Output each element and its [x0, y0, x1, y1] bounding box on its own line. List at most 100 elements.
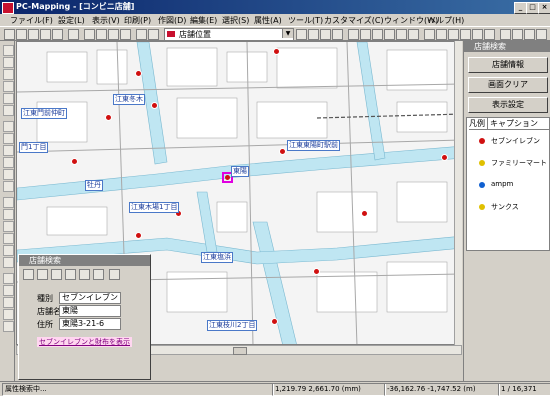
store-pin[interactable] [361, 210, 368, 217]
select-arrow-icon[interactable] [3, 45, 14, 56]
grid-view-icon[interactable] [484, 29, 495, 40]
copy-icon[interactable] [79, 269, 90, 280]
chart-icon[interactable] [448, 29, 459, 40]
zoom-out-icon[interactable] [512, 29, 523, 40]
pan-icon[interactable] [3, 93, 14, 104]
open-icon[interactable] [23, 269, 34, 280]
store-pin[interactable] [135, 232, 142, 239]
edit-icon[interactable] [332, 29, 343, 40]
print-icon[interactable] [68, 29, 79, 40]
flag-icon[interactable] [436, 29, 447, 40]
gem-icon[interactable] [84, 29, 95, 40]
folder-icon[interactable] [136, 29, 147, 40]
fill-icon[interactable] [3, 233, 14, 244]
menu-settings[interactable]: 設定(L) [58, 15, 85, 26]
store-pin[interactable] [441, 154, 448, 161]
measure-icon[interactable] [3, 245, 14, 256]
erase-icon[interactable] [3, 221, 14, 232]
paste-icon[interactable] [120, 29, 131, 40]
layer-icon[interactable] [3, 133, 14, 144]
show-link[interactable]: セブンイレブンと財布を表示 [37, 337, 132, 347]
menu-help[interactable]: ヘルプ(H) [428, 15, 464, 26]
pin-icon[interactable] [424, 29, 435, 40]
clear-screen-button[interactable]: 画面クリア [468, 77, 548, 93]
table-tool-icon[interactable] [3, 321, 14, 332]
route-icon[interactable] [3, 297, 14, 308]
refresh-icon[interactable] [536, 29, 547, 40]
table-icon[interactable] [148, 29, 159, 40]
sort-icon[interactable] [320, 29, 331, 40]
map-vertical-scrollbar[interactable] [454, 41, 462, 345]
scroll-thumb[interactable] [233, 347, 247, 355]
image-icon[interactable] [3, 273, 14, 284]
menu-file[interactable]: ファイル(F) [10, 15, 53, 26]
text-tool-icon[interactable] [3, 257, 14, 268]
open-icon[interactable] [16, 29, 27, 40]
grid-icon[interactable] [348, 29, 359, 40]
list-icon[interactable] [408, 29, 419, 40]
store-pin[interactable] [151, 102, 158, 109]
polygon-icon[interactable] [3, 169, 14, 180]
table-view-icon[interactable] [472, 29, 483, 40]
menu-view[interactable]: 表示(V) [92, 15, 120, 26]
menu-tools[interactable]: ツール(T) [288, 15, 323, 26]
menu-select[interactable]: 選択(S) [222, 15, 249, 26]
legend-row[interactable]: セブンイレブン [467, 130, 549, 152]
edit-icon[interactable] [37, 269, 48, 280]
building-icon[interactable] [3, 197, 14, 208]
cut-icon[interactable] [96, 29, 107, 40]
store-pin[interactable] [313, 268, 320, 275]
ruler-icon[interactable] [360, 29, 371, 40]
pencil-icon[interactable] [3, 145, 14, 156]
store-pin[interactable] [279, 148, 286, 155]
chevron-down-icon[interactable]: ▼ [282, 29, 293, 38]
store-info-button[interactable]: 店舗情報 [468, 57, 548, 73]
menu-edit[interactable]: 編集(E) [190, 15, 217, 26]
search-icon[interactable] [65, 269, 76, 280]
hand-icon[interactable] [524, 29, 535, 40]
bold-icon[interactable] [384, 29, 395, 40]
print-preview-icon[interactable] [308, 29, 319, 40]
flag-icon[interactable] [109, 269, 120, 280]
list-icon[interactable] [51, 269, 62, 280]
bar-chart-icon[interactable] [460, 29, 471, 40]
store-pin[interactable] [273, 48, 280, 55]
rect-select-icon[interactable] [3, 57, 14, 68]
store-pin[interactable] [71, 158, 78, 165]
menu-draw[interactable]: 作図(D) [158, 15, 186, 26]
copy-icon[interactable] [108, 29, 119, 40]
new-icon[interactable] [4, 29, 15, 40]
store-name-field[interactable]: 東陽 [59, 305, 121, 317]
legend-row[interactable]: ampm [467, 174, 549, 196]
circle-icon[interactable] [3, 209, 14, 220]
point-icon[interactable] [3, 105, 14, 116]
menu-customize[interactable]: カスタマイズ(C) [324, 15, 384, 26]
legend-row[interactable]: サンクス [467, 196, 549, 218]
menu-print[interactable]: 印刷(P) [124, 15, 151, 26]
address-field[interactable]: 東陽3-21-6 [59, 318, 121, 330]
arrow-icon[interactable] [93, 269, 104, 280]
store-pin[interactable] [271, 318, 278, 325]
store-pin[interactable] [105, 114, 112, 121]
display-settings-button[interactable]: 表示設定 [468, 97, 548, 113]
text-icon[interactable] [372, 29, 383, 40]
menu-attribute[interactable]: 属性(A) [254, 15, 282, 26]
align-icon[interactable] [396, 29, 407, 40]
store-pin[interactable] [135, 70, 142, 77]
category-field[interactable]: セブンイレブン [59, 292, 121, 304]
layer-select[interactable]: 店舗位置 ▼ [164, 28, 294, 41]
zoom-in-icon[interactable] [500, 29, 511, 40]
save-all-icon[interactable] [40, 29, 51, 40]
map-icon[interactable] [3, 121, 14, 132]
zoom-icon[interactable] [3, 69, 14, 80]
brush-icon[interactable] [3, 181, 14, 192]
color-icon[interactable] [3, 285, 14, 296]
save-icon[interactable] [28, 29, 39, 40]
layer-icon[interactable] [52, 29, 63, 40]
zoom-out-icon[interactable] [3, 81, 14, 92]
close-button[interactable]: × [538, 2, 550, 14]
attribute-icon[interactable] [3, 309, 14, 320]
line-icon[interactable] [3, 157, 14, 168]
search-icon[interactable] [296, 29, 307, 40]
legend-row[interactable]: ファミリーマート [467, 152, 549, 174]
